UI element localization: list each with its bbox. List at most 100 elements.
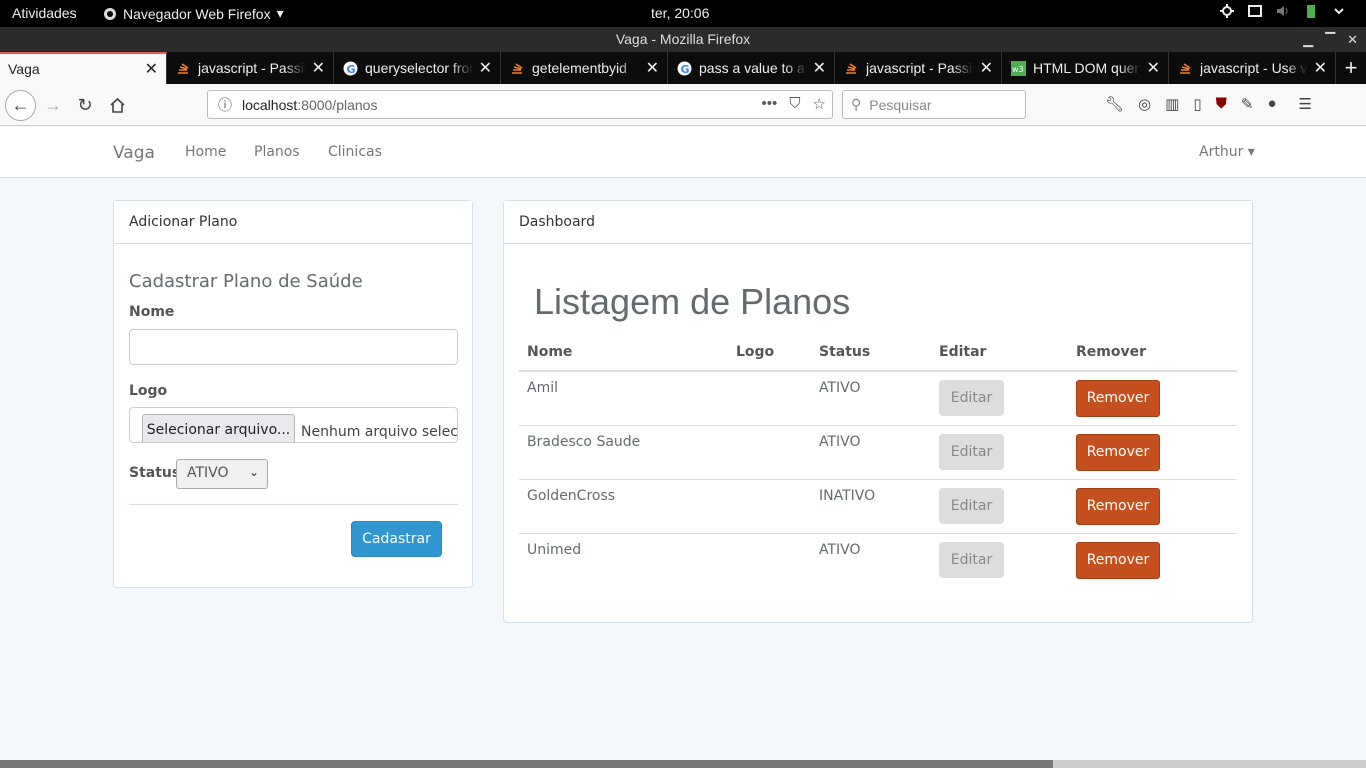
close-tab-icon[interactable]: ✕ — [145, 59, 158, 79]
maximize-icon[interactable]: ▔ — [1325, 27, 1335, 52]
window-titlebar: Vaga - Mozilla Firefox ▁ ▔ ✕ — [0, 27, 1366, 52]
cell-status: ATIVO — [811, 533, 931, 587]
close-tab-icon[interactable]: ✕ — [1314, 58, 1327, 78]
panel-heading: Dashboard — [504, 201, 1252, 244]
cell-nome: Unimed — [519, 533, 728, 587]
svg-text:w3: w3 — [1012, 65, 1024, 74]
new-tab-icon[interactable]: + — [1336, 52, 1366, 84]
nav-planos-link[interactable]: Planos — [254, 144, 300, 160]
svg-text:G: G — [346, 63, 355, 76]
tab-stackoverflow-2[interactable]: getelementbyid ✕ — [501, 52, 668, 84]
edit-button[interactable]: Editar — [939, 380, 1004, 416]
plans-table: Nome Logo Status Editar Remover Amil ATI… — [519, 333, 1237, 587]
page-actions-icon[interactable]: ••• — [762, 95, 778, 113]
status-select-value: ATIVO — [187, 465, 229, 481]
close-tab-icon[interactable]: ✕ — [312, 58, 325, 78]
tab-w3schools[interactable]: w3 HTML DOM query ✕ — [1002, 52, 1169, 84]
minimize-icon[interactable]: ▁ — [1303, 27, 1313, 52]
eyedropper-icon[interactable]: ✎ — [1241, 95, 1254, 113]
tab-google-2[interactable]: G pass a value to a ✕ — [668, 52, 835, 84]
edit-button[interactable]: Editar — [939, 488, 1004, 524]
col-status: Status — [811, 333, 931, 372]
sidebar-icon[interactable]: ▯ — [1193, 95, 1201, 113]
search-icon: ⚲ — [851, 96, 862, 112]
close-tab-icon[interactable]: ✕ — [1147, 58, 1160, 78]
extension-icon[interactable]: ● — [1267, 95, 1276, 113]
logo-file-input[interactable]: Selecionar arquivo... Nenhum arquivo sel… — [129, 407, 458, 443]
url-host: localhost — [242, 96, 298, 113]
cell-logo — [728, 533, 811, 587]
hamburger-menu-icon[interactable]: ☰ — [1299, 95, 1312, 113]
close-tab-icon[interactable]: ✕ — [646, 58, 659, 78]
col-nome: Nome — [519, 333, 728, 372]
site-navbar: Vaga Home Planos Clinicas Arthur ▾ — [0, 127, 1366, 178]
reload-icon[interactable]: ↻ — [70, 90, 100, 120]
clock[interactable]: ter, 20:06 — [651, 5, 709, 21]
search-placeholder: Pesquisar — [869, 96, 932, 113]
google-icon: G — [676, 60, 692, 76]
url-bar[interactable]: ⓘ localhost:8000/planos ••• ⛉ ☆ — [207, 90, 833, 119]
close-icon[interactable]: ✕ — [1347, 27, 1358, 52]
user-name: Arthur — [1199, 144, 1244, 160]
name-label: Nome — [129, 304, 175, 320]
search-input[interactable]: ⚲ Pesquisar — [842, 90, 1026, 119]
cell-logo — [728, 370, 811, 426]
tab-stackoverflow-4[interactable]: javascript - Use v ✕ — [1169, 52, 1336, 84]
back-icon[interactable]: ← — [5, 90, 36, 121]
ublock-icon[interactable]: ⛊ — [1216, 95, 1227, 113]
google-icon: G — [342, 60, 358, 76]
tab-google-1[interactable]: G queryselector from ✕ — [334, 52, 501, 84]
horizontal-scrollbar[interactable] — [0, 760, 1366, 768]
svg-text:G: G — [680, 63, 689, 76]
tab-title: javascript - Use v — [1200, 60, 1308, 76]
w3schools-icon: w3 — [1010, 60, 1026, 76]
remove-button[interactable]: Remover — [1076, 542, 1160, 579]
forward-icon[interactable]: → — [38, 90, 68, 120]
status-select[interactable]: ATIVO ⌄ — [176, 459, 268, 489]
activities-button[interactable]: Atividades — [12, 5, 77, 21]
scrollbar-thumb[interactable] — [0, 760, 1053, 768]
nav-home-link[interactable]: Home — [185, 144, 226, 160]
remove-button[interactable]: Remover — [1076, 488, 1160, 525]
wrench-icon[interactable]: 🔧︎ — [1105, 95, 1124, 113]
bookmark-star-icon[interactable]: ☆ — [813, 95, 826, 113]
globe-icon[interactable]: ◎ — [1138, 95, 1151, 113]
user-menu[interactable]: Arthur ▾ — [1199, 144, 1255, 160]
edit-button[interactable]: Editar — [939, 434, 1004, 470]
cell-status: INATIVO — [811, 479, 931, 534]
table-row: GoldenCross INATIVO Editar Remover — [519, 479, 1237, 534]
pocket-icon[interactable]: ⛉ — [789, 95, 800, 113]
close-tab-icon[interactable]: ✕ — [479, 58, 492, 78]
info-icon[interactable]: ⓘ — [218, 95, 232, 115]
nav-clinicas-link[interactable]: Clinicas — [328, 144, 382, 160]
library-icon[interactable]: ▥ — [1165, 95, 1179, 113]
close-tab-icon[interactable]: ✕ — [980, 58, 993, 78]
app-menu[interactable]: Navegador Web Firefox ▾ — [103, 5, 284, 22]
battery-icon[interactable] — [1304, 4, 1318, 18]
home-icon[interactable] — [102, 90, 132, 120]
app-menu-label: Navegador Web Firefox — [123, 5, 271, 22]
tab-stackoverflow-3[interactable]: javascript - Passing ✕ — [835, 52, 1002, 84]
firefox-icon — [104, 7, 116, 20]
tab-stackoverflow-1[interactable]: javascript - Passing ✕ — [167, 52, 334, 84]
tab-vaga[interactable]: Vaga ✕ — [0, 52, 167, 84]
edit-button[interactable]: Editar — [939, 542, 1004, 578]
page-title: Listagem de Planos — [534, 281, 851, 322]
divider — [129, 504, 458, 505]
cadastrar-button[interactable]: Cadastrar — [351, 521, 442, 557]
cell-nome: Bradesco Saude — [519, 425, 728, 480]
crosshair-icon[interactable] — [1220, 4, 1234, 18]
cell-status: ATIVO — [811, 425, 931, 480]
screen-icon[interactable] — [1248, 4, 1262, 18]
tab-title: HTML DOM query — [1033, 60, 1141, 76]
select-file-button[interactable]: Selecionar arquivo... — [142, 414, 295, 442]
remove-button[interactable]: Remover — [1076, 434, 1160, 471]
power-menu-icon[interactable] — [1332, 4, 1346, 18]
window-title: Vaga - Mozilla Firefox — [615, 31, 751, 47]
name-field[interactable] — [129, 329, 458, 365]
volume-icon[interactable] — [1276, 4, 1290, 18]
brand-link[interactable]: Vaga — [113, 143, 155, 163]
remove-button[interactable]: Remover — [1076, 380, 1160, 417]
close-tab-icon[interactable]: ✕ — [813, 58, 826, 78]
stackoverflow-icon — [1177, 60, 1193, 76]
